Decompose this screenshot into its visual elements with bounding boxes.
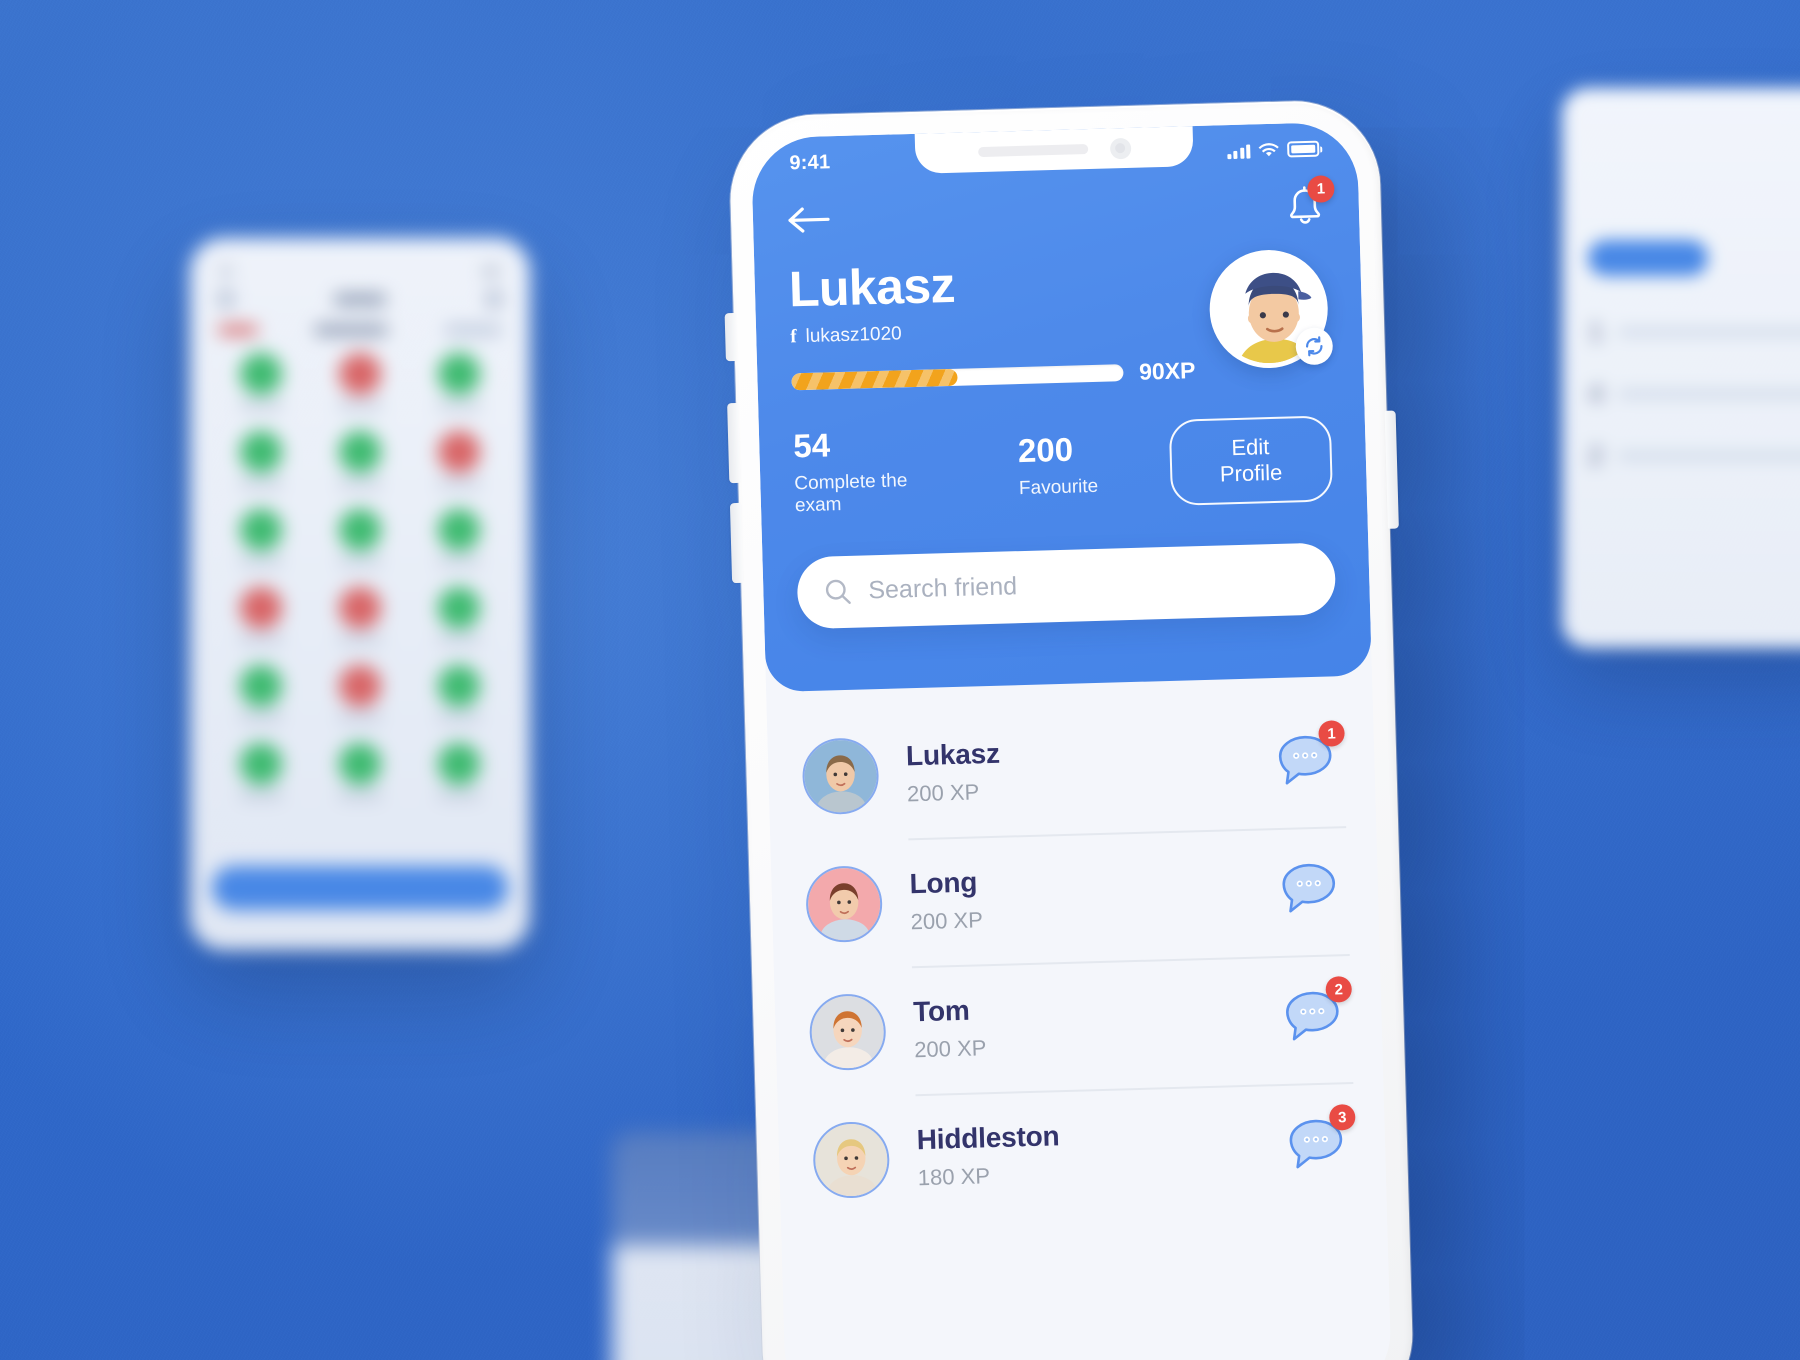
facebook-icon: f [789,326,797,348]
cellular-signal-icon [1226,143,1251,159]
friend-avatar-illustration [810,994,885,1069]
screenshot-scene: ▮▮ ▮▮▮ 1 4 2 9:41 1 Lukasz f lukasz1020 … [0,0,1800,1360]
ghost-pill-button [1588,240,1708,276]
profile-stats-row: 54 Complete the exam 200 Favourite Edit … [788,380,1337,517]
stat-label: Complete the exam [794,469,908,516]
background-phone-mockup-left: ▮▮ ▮▮▮ [190,238,530,950]
friend-name: Long [909,866,978,900]
silent-switch-button[interactable] [724,312,737,362]
friend-meta: Tom 200 XP [913,986,1283,1063]
ghost-chip-row [212,323,508,353]
iphone-device: 9:41 1 Lukasz f lukasz1020 90XP 54 Compl… [724,98,1415,1360]
volume-up-button[interactable] [727,402,741,484]
phone-screen: 9:41 1 Lukasz f lukasz1020 90XP 54 Compl… [750,121,1393,1360]
front-camera-icon [1109,137,1131,159]
stat-value: 54 [792,425,831,464]
notification-bell-button[interactable]: 1 [1284,175,1335,227]
search-bar[interactable] [796,541,1337,629]
chat-bubble-icon [1282,863,1336,913]
friend-avatar [805,864,884,943]
friend-meta: Lukasz 200 XP [906,730,1276,807]
search-icon [825,579,851,604]
friend-list-item[interactable]: Hiddleston 180 XP 3 [808,1081,1357,1224]
friend-name: Lukasz [905,737,1001,772]
notification-badge: 1 [1306,175,1335,203]
volume-down-button[interactable] [729,502,744,584]
battery-icon [1287,140,1320,158]
stat-value: 200 [1017,430,1074,469]
stat-complete-exam: 54 Complete the exam [793,425,948,517]
ghost-grid [212,353,508,799]
chat-unread-badge: 2 [1325,976,1353,1003]
friend-xp: 200 XP [913,1035,987,1063]
friend-avatar [808,992,887,1071]
friend-avatar [812,1120,891,1199]
friend-name: Hiddleston [916,1120,1060,1156]
ghost-statusbar: ▮▮ ▮▮▮ [220,265,500,277]
xp-progress-track [791,363,1124,390]
friend-avatar [801,736,880,815]
chat-button[interactable]: 2 [1281,976,1353,1051]
xp-value-label: 90XP [1138,356,1196,385]
profile-header: 9:41 1 Lukasz f lukasz1020 90XP 54 Compl… [750,121,1372,692]
profile-details: Lukasz f lukasz1020 90XP [788,252,1196,395]
social-handle-row[interactable]: f lukasz1020 [790,315,1194,348]
friend-meta: Long 200 XP [909,858,1279,935]
friend-xp: 200 XP [910,907,984,935]
friend-avatar-illustration [803,738,878,813]
friend-list-item[interactable]: Lukasz 200 XP 1 [797,698,1346,841]
friend-list-item[interactable]: Tom 200 XP 2 [804,954,1353,1097]
profile-avatar-wrap[interactable] [1208,248,1334,370]
friend-meta: Hiddleston 180 XP [916,1114,1286,1191]
chat-button[interactable]: 1 [1274,720,1345,795]
notch [914,126,1194,174]
ghost-header [212,291,508,323]
ghost-cta-button [212,866,508,910]
back-arrow-icon[interactable] [787,204,834,235]
stat-label: Favourite [1018,475,1099,499]
xp-progress-fill [791,368,958,390]
chat-button[interactable]: 3 [1284,1103,1356,1179]
edit-profile-button[interactable]: Edit Profile [1168,414,1334,506]
friend-xp: 200 XP [906,779,980,807]
friend-name: Tom [912,994,971,1028]
status-bar-indicators [1226,140,1320,160]
background-panel-right: 1 4 2 [1562,88,1800,648]
profile-identity-row: Lukasz f lukasz1020 90XP [784,226,1334,395]
stat-favourite: 200 Favourite [1017,430,1099,499]
friend-list-item[interactable]: Long 200 XP [800,826,1349,969]
chat-unread-badge: 1 [1318,720,1345,747]
friend-list: Lukasz 200 XP 1 Long 200 XP Tom 200 XP 2… [765,656,1387,1226]
refresh-sync-icon[interactable] [1295,327,1334,366]
friend-avatar-illustration [807,866,882,941]
earpiece-speaker [977,144,1088,158]
chat-button[interactable] [1277,858,1341,923]
chat-unread-badge: 3 [1328,1103,1356,1131]
wifi-icon [1258,143,1279,157]
friend-avatar-illustration [814,1122,889,1197]
search-input[interactable] [868,564,1310,606]
social-handle: lukasz1020 [805,322,902,347]
status-bar-clock: 9:41 [789,150,831,174]
profile-name: Lukasz [788,256,956,318]
friend-xp: 180 XP [917,1163,991,1191]
